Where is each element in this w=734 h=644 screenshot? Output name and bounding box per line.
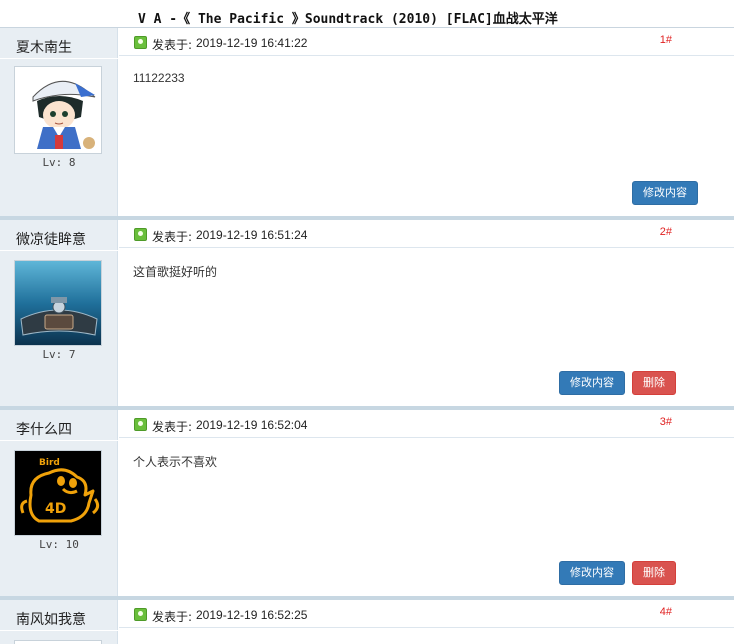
floor-number[interactable]: 4# <box>660 606 672 618</box>
floor-number[interactable]: 1# <box>660 34 672 46</box>
side-divider <box>0 58 118 59</box>
topic-header: V A -《 The Pacific 》Soundtrack (2010) [F… <box>0 0 734 28</box>
posted-at-label: 发表于: <box>152 420 193 434</box>
user-level: Lv: 7 <box>42 348 76 361</box>
side-divider <box>0 440 118 441</box>
post-time: 2019-12-19 16:51:24 <box>196 228 308 242</box>
user-icon <box>134 228 147 241</box>
posted-at-label: 发表于: <box>152 230 193 244</box>
post-body: 发表于: 2019-12-19 16:52:25 4# <box>119 600 734 644</box>
post-2: 微凉徒眸意 Lv: 7 发表于: 2019-12-19 16:51:24 2# … <box>0 220 734 406</box>
author-name[interactable]: 李什么四 <box>16 419 72 439</box>
post-meta: 发表于: 2019-12-19 16:41:22 1# <box>119 28 734 56</box>
post-meta: 发表于: 2019-12-19 16:52:04 3# <box>119 410 734 438</box>
post-author-panel: 夏木南生 Lv: 8 <box>0 28 118 216</box>
post-author-panel: 微凉徒眸意 Lv: 7 <box>0 220 118 406</box>
author-name[interactable]: 南风如我意 <box>16 609 86 629</box>
bird-4d-avatar: Bird 4D <box>15 451 101 535</box>
post-1: 夏木南生 Lv: 8 发表于: 2019-12-19 16:41:22 1# 1… <box>0 28 734 216</box>
posted-at-label: 发表于: <box>152 610 193 624</box>
post-body: 发表于: 2019-12-19 16:52:04 3# 个人表示不喜欢 修改内容… <box>119 410 734 596</box>
post-author-panel: 南风如我意 <box>0 600 118 644</box>
topic-title: V A -《 The Pacific 》Soundtrack (2010) [F… <box>138 12 558 27</box>
post-meta: 发表于: 2019-12-19 16:52:25 4# <box>119 600 734 628</box>
user-level: Lv: 10 <box>39 538 79 551</box>
avatar[interactable] <box>14 640 102 644</box>
posted-at-label: 发表于: <box>152 38 193 52</box>
author-name[interactable]: 微凉徒眸意 <box>16 229 86 249</box>
edit-button[interactable]: 修改内容 <box>632 181 698 205</box>
post-3: 李什么四 Bird 4D Lv: 10 发表于: 2019-12-19 16:5… <box>0 410 734 596</box>
floor-number[interactable]: 3# <box>660 416 672 428</box>
post-time: 2019-12-19 16:52:04 <box>196 418 308 432</box>
post-body: 发表于: 2019-12-19 16:51:24 2# 这首歌挺好听的 修改内容… <box>119 220 734 406</box>
avatar-badge-text: 4D <box>45 501 66 517</box>
post-time: 2019-12-19 16:41:22 <box>196 36 308 50</box>
author-name[interactable]: 夏木南生 <box>16 37 72 57</box>
car-grille-avatar <box>15 261 101 345</box>
avatar-brand-text: Bird <box>39 458 60 468</box>
delete-button[interactable]: 删除 <box>632 371 676 395</box>
post-time: 2019-12-19 16:52:25 <box>196 608 308 622</box>
post-content: 这首歌挺好听的 <box>133 265 218 279</box>
edit-button[interactable]: 修改内容 <box>559 371 625 395</box>
avatar[interactable] <box>14 260 102 346</box>
user-level: Lv: 8 <box>42 156 76 169</box>
user-icon <box>134 418 147 431</box>
side-divider <box>0 250 118 251</box>
anime-boy-cap-avatar <box>15 67 101 153</box>
post-body: 发表于: 2019-12-19 16:41:22 1# 11122233 修改内… <box>119 28 734 216</box>
avatar[interactable]: Bird 4D <box>14 450 102 536</box>
user-icon <box>134 36 147 49</box>
delete-button[interactable]: 删除 <box>632 561 676 585</box>
avatar[interactable] <box>14 66 102 154</box>
post-content: 个人表示不喜欢 <box>133 455 218 469</box>
post-meta: 发表于: 2019-12-19 16:51:24 2# <box>119 220 734 248</box>
floor-number[interactable]: 2# <box>660 226 672 238</box>
user-icon <box>134 608 147 621</box>
edit-button[interactable]: 修改内容 <box>559 561 625 585</box>
post-4: 南风如我意 发表于: 2019-12-19 16:52:25 4# <box>0 600 734 644</box>
post-content: 11122233 <box>133 71 185 85</box>
post-author-panel: 李什么四 Bird 4D Lv: 10 <box>0 410 118 596</box>
side-divider <box>0 630 118 631</box>
